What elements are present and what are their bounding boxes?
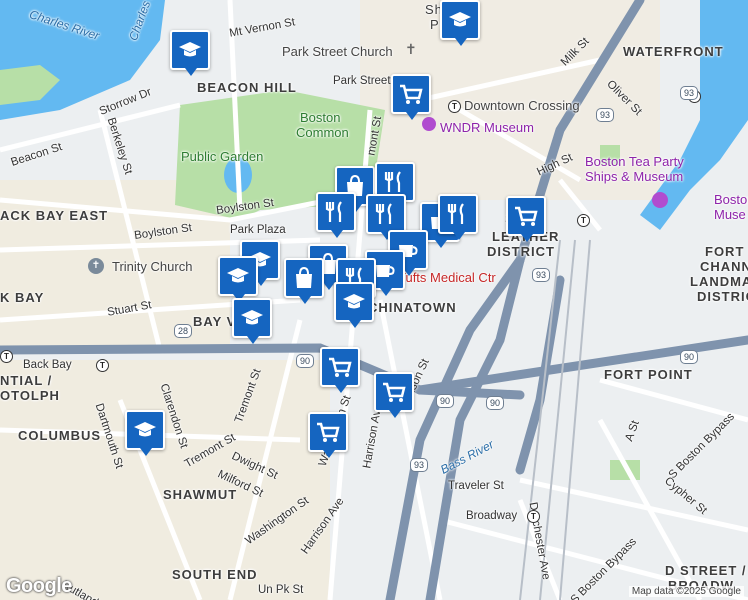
basemap (0, 0, 748, 600)
fork-knife-icon (325, 201, 342, 222)
highway-shield: 90 (486, 396, 505, 410)
shopping-bag-icon (296, 266, 312, 288)
transit-icon: T (448, 100, 461, 113)
shopping-cart-pin[interactable] (506, 196, 546, 242)
highway-shield: 93 (532, 268, 551, 282)
shopping-cart-icon (400, 84, 423, 104)
shopping-cart-icon (515, 206, 538, 226)
shopping-cart-icon (317, 422, 340, 442)
graduation-cap-icon (227, 268, 249, 283)
museum-icon (422, 117, 436, 131)
highway-shield: 90 (296, 354, 315, 368)
highway-shield: 93 (596, 108, 615, 122)
shopping-cart-pin[interactable] (320, 347, 360, 393)
highway-shield: 28 (174, 324, 193, 338)
graduation-cap-icon (241, 310, 263, 325)
restaurant-pin[interactable] (366, 194, 406, 240)
graduation-cap-icon (449, 12, 471, 27)
education-pin[interactable] (125, 410, 165, 456)
education-pin[interactable] (218, 256, 258, 302)
map[interactable]: BEACON HILL WATERFRONT ACK BAY EAST K BA… (0, 0, 748, 600)
highway-shield: 90 (436, 394, 455, 408)
shopping-bag-pin[interactable] (284, 258, 324, 304)
education-pin[interactable] (334, 282, 374, 328)
museum-icon (652, 192, 668, 208)
restaurant-pin[interactable] (316, 192, 356, 238)
transit-icon: T (96, 359, 109, 372)
fork-knife-icon (447, 203, 464, 224)
transit-icon: T (0, 350, 13, 363)
church-icon: ✝ (405, 41, 417, 57)
shopping-cart-icon (383, 382, 406, 402)
education-pin[interactable] (170, 30, 210, 76)
google-logo: Google (6, 575, 72, 597)
education-pin[interactable] (232, 298, 272, 344)
fork-knife-icon (375, 203, 392, 224)
graduation-cap-icon (179, 42, 201, 57)
graduation-cap-icon (343, 294, 365, 309)
highway-shield: 93 (410, 458, 429, 472)
restaurant-pin[interactable] (438, 194, 478, 240)
fork-knife-icon (384, 171, 401, 192)
map-attribution: Map data ©2025 Google (628, 586, 744, 597)
shopping-cart-icon (329, 357, 352, 377)
shopping-cart-pin[interactable] (308, 412, 348, 458)
graduation-cap-icon (134, 422, 156, 437)
education-pin[interactable] (440, 0, 480, 46)
highway-shield: 90 (680, 350, 699, 364)
shopping-cart-pin[interactable] (391, 74, 431, 120)
highway-shield: 93 (680, 86, 699, 100)
transit-icon: T (527, 510, 540, 523)
shopping-cart-pin[interactable] (374, 372, 414, 418)
transit-icon: T (577, 214, 590, 227)
church-icon: ✝ (88, 258, 104, 274)
